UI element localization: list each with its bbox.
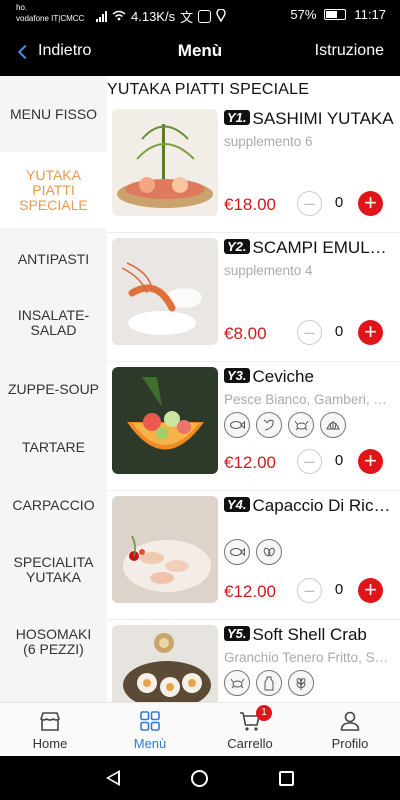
nav-cart-label: Carrello — [227, 736, 273, 751]
shell-icon — [320, 412, 346, 438]
translate-icon: 文 — [180, 10, 194, 25]
decrease-quantity-button[interactable]: – — [297, 191, 322, 216]
increase-quantity-button[interactable]: + — [358, 191, 383, 216]
wheat-icon — [288, 670, 314, 696]
dish-name: Y5. Soft Shell Crab — [224, 625, 394, 645]
app-header: Indietro Menù Istruzione — [0, 30, 400, 76]
dish-code: Y5. — [224, 626, 250, 641]
quantity-value: 0 — [334, 323, 344, 340]
cart-count-badge: 1 — [256, 705, 272, 721]
nav-profile-label: Profilo — [331, 736, 369, 751]
sidebar-item-tartare[interactable]: TARTARE — [0, 422, 107, 472]
dish-subtitle: supplemento 6 — [224, 134, 313, 149]
grid-icon — [140, 711, 160, 731]
quantity-value: 0 — [334, 194, 344, 211]
dish-name: Y3. Ceviche — [224, 367, 394, 387]
sidebar-item-specialita-yutaka[interactable]: SPECIALITA YUTAKA — [0, 538, 107, 602]
system-navigation-bar — [0, 756, 400, 800]
nav-home-label: Home — [32, 736, 68, 751]
dish-photo — [112, 367, 218, 474]
store-icon — [40, 712, 60, 731]
system-status-bar: ho. vodafone IT|CMCC 4.13K/s 文 57% 11:17 — [0, 0, 400, 30]
wifi-icon — [112, 9, 126, 24]
shrimp-icon — [256, 412, 282, 438]
nav-home[interactable]: Home — [0, 703, 100, 756]
carrier-info: ho. vodafone IT|CMCC — [16, 2, 84, 24]
fish-icon — [224, 412, 250, 438]
fish-icon — [224, 539, 250, 565]
dish-photo — [112, 496, 218, 603]
carrier-line-2: vodafone IT|CMCC — [16, 14, 85, 23]
nav-cart[interactable]: 1 Carrello — [200, 703, 300, 756]
increase-quantity-button[interactable]: + — [358, 320, 383, 345]
sidebar-item-carpaccio[interactable]: CARPACCIO — [0, 472, 107, 538]
quantity-value: 0 — [334, 452, 344, 469]
dish-item[interactable]: Y1. SASHIMI YUTAKA supplemento 6 €18.00 –… — [107, 104, 400, 233]
dish-item[interactable]: Y3.Ceviche Pesce Bianco, Gamberi, Cipoll… — [107, 362, 400, 491]
instructions-button[interactable]: Istruzione — [315, 42, 384, 60]
bottom-navigation: Home Menù 1 Carrello Profilo — [0, 702, 400, 756]
dish-code: Y1. — [224, 110, 250, 125]
network-speed: 4.13K/s — [131, 9, 176, 24]
nav-menu-label: Menù — [133, 736, 167, 751]
milk-icon — [256, 670, 282, 696]
sidebar-item-insalate-salad[interactable]: INSALATE-SALAD — [0, 290, 107, 356]
carrier-line-1: ho. — [16, 3, 28, 12]
increase-quantity-button[interactable]: + — [358, 449, 383, 474]
dish-price: €12.00 — [224, 453, 276, 472]
dish-code: Y3. — [224, 368, 250, 383]
allergen-tags — [224, 412, 346, 438]
decrease-quantity-button[interactable]: – — [297, 320, 322, 345]
nav-menu[interactable]: Menù — [100, 703, 200, 756]
dish-price: €18.00 — [224, 195, 276, 214]
sidebar-item-antipasti[interactable]: ANTIPASTI — [0, 228, 107, 290]
dish-price: €12.00 — [224, 582, 276, 601]
location-icon — [216, 7, 226, 25]
dish-code: Y4. — [224, 497, 250, 512]
app-notification-icon — [198, 10, 212, 23]
battery-percent: 57% — [290, 7, 317, 22]
sidebar-item-zuppe-soup[interactable]: ZUPPE-SOUP — [0, 356, 107, 422]
battery-icon — [324, 9, 347, 20]
network-indicators: 4.13K/s 文 — [96, 7, 226, 26]
dish-subtitle: Pesce Bianco, Gamberi, Cipolla Rossa — [224, 392, 394, 407]
dish-price: €8.00 — [224, 324, 267, 343]
back-triangle-icon[interactable] — [105, 770, 120, 786]
nav-profile[interactable]: Profilo — [300, 703, 400, 756]
sidebar-item-yutaka-piatti-speciale[interactable]: YUTAKA PIATTI SPECIALE — [0, 152, 107, 228]
dish-item[interactable]: Y4. Capaccio Di Ricciola €12.00 – 0 + — [107, 491, 400, 620]
allergen-tags — [224, 539, 282, 565]
system-indicators: 57% 11:17 — [290, 7, 386, 22]
recent-apps-icon[interactable] — [279, 770, 295, 786]
dish-subtitle: supplemento 4 — [224, 263, 313, 278]
dish-name: Y2.SCAMPI EMULSIONE — [224, 238, 394, 258]
category-sidebar: MENU FISSO YUTAKA PIATTI SPECIALE ANTIPA… — [0, 76, 107, 702]
decrease-quantity-button[interactable]: – — [297, 449, 322, 474]
clock: 11:17 — [354, 7, 386, 22]
crab-icon — [288, 412, 314, 438]
dish-name: Y1. SASHIMI YUTAKA — [224, 109, 394, 129]
signal-icon — [96, 11, 107, 22]
allergen-tags — [224, 670, 314, 696]
sesame-icon — [256, 539, 282, 565]
sidebar-item-menu-fisso[interactable]: MENU FISSO — [0, 76, 107, 152]
dish-photo — [112, 625, 218, 702]
decrease-quantity-button[interactable]: – — [297, 578, 322, 603]
section-title: YUTAKA PIATTI SPECIALE — [107, 81, 310, 98]
crab-icon — [224, 670, 250, 696]
quantity-value: 0 — [334, 581, 344, 598]
dish-item[interactable]: Y2.SCAMPI EMULSIONE supplemento 4 €8.00 … — [107, 233, 400, 362]
dish-subtitle: Granchio Tenero Fritto, Salsa — [224, 650, 394, 665]
user-icon — [340, 711, 360, 731]
dish-list: YUTAKA PIATTI SPECIALE Y1. SASHIMI YUTAKA… — [107, 76, 400, 702]
dish-photo — [112, 109, 218, 216]
dish-photo — [112, 238, 218, 345]
dish-code: Y2. — [224, 239, 250, 254]
dish-name: Y4. Capaccio Di Ricciola — [224, 496, 394, 516]
dish-item[interactable]: Y5. Soft Shell Crab Granchio Tenero Fritt… — [107, 620, 400, 702]
sidebar-item-hosomaki[interactable]: HOSOMAKI (6 PEZZI) — [0, 602, 107, 682]
home-circle-icon[interactable] — [190, 769, 208, 787]
increase-quantity-button[interactable]: + — [358, 578, 383, 603]
